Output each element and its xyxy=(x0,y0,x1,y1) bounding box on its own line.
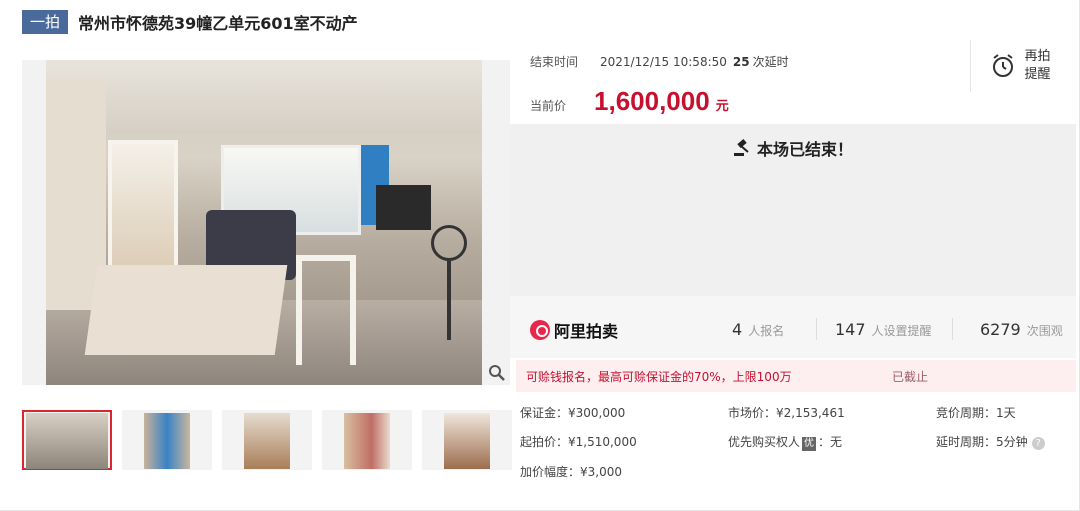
market-price: 市场价：¥2,153,461 xyxy=(728,406,845,420)
delay-cycle: 延时周期：5分钟? xyxy=(936,433,1045,450)
help-icon[interactable]: ? xyxy=(1031,437,1045,450)
auction-ended-text: 本场已结束！ xyxy=(756,140,853,159)
re-auction-reminder-button[interactable]: 再拍 提醒 xyxy=(970,40,1070,92)
reminder-number: 147 xyxy=(835,320,866,339)
gavel-icon xyxy=(733,139,749,156)
end-time-value: 2021/12/15 10:58:50 xyxy=(600,54,727,69)
thumbnail-2[interactable] xyxy=(122,410,212,470)
main-image-viewer[interactable] xyxy=(22,60,510,385)
signup-count: 4 人报名 xyxy=(732,320,784,339)
auction-info-panel: 结束时间 2021/12/15 10:58:50 25 次延时 当前价 1,60… xyxy=(510,40,1076,500)
property-photo[interactable] xyxy=(46,60,482,385)
zoom-icon[interactable] xyxy=(488,364,506,382)
priority-buyer: 优先购买权人优：无 xyxy=(728,433,842,451)
notice-text: 可赊钱报名，最高可赊保证金的70%，上限100万 xyxy=(526,370,792,384)
remind-label-1: 再拍 xyxy=(1024,49,1051,64)
start-price: 起拍价：¥1,510,000 xyxy=(520,435,637,449)
signup-label: 人报名 xyxy=(748,324,785,338)
bid-cycle: 竞价周期：1天 xyxy=(936,406,1016,420)
thumbnail-4[interactable] xyxy=(322,410,412,470)
thumbnail-3[interactable] xyxy=(222,410,312,470)
price-section: 结束时间 2021/12/15 10:58:50 25 次延时 当前价 1,60… xyxy=(510,40,1076,124)
priority-label: 优先购买权人 xyxy=(728,435,801,449)
ali-auction-logo: 阿里拍卖 xyxy=(530,318,618,342)
title-row: 一拍 常州市怀德苑39幢乙单元601室不动产 xyxy=(22,10,358,34)
page-title: 常州市怀德苑39幢乙单元601室不动产 xyxy=(78,14,358,33)
deposit: 保证金：¥300,000 xyxy=(520,406,626,420)
priority-icon: 优 xyxy=(802,437,817,451)
current-price-label: 当前价 xyxy=(530,99,567,113)
thumbnail-1[interactable] xyxy=(22,410,112,470)
stats-bar: 阿里拍卖 4 人报名 147 人设置提醒 6279 次围观 xyxy=(510,296,1076,358)
current-price-row: 当前价 1,600,000 元 xyxy=(530,86,729,117)
remind-label-2: 提醒 xyxy=(1024,67,1051,82)
reminder-count: 147 人设置提醒 xyxy=(835,320,932,339)
end-time-row: 结束时间 2021/12/15 10:58:50 25 次延时 xyxy=(530,53,789,70)
bid-increment: 加价幅度：¥3,000 xyxy=(520,465,622,479)
priority-value: ：无 xyxy=(818,435,843,449)
alarm-clock-icon xyxy=(993,54,1014,77)
view-number: 6279 xyxy=(980,320,1021,339)
credit-signup-notice[interactable]: 可赊钱报名，最高可赊保证金的70%，上限100万 已截止 xyxy=(516,360,1076,392)
view-label: 次围观 xyxy=(1026,324,1063,338)
thumbnail-strip xyxy=(22,410,522,472)
delay-cycle-text: 延时周期：5分钟 xyxy=(936,435,1028,449)
end-time-label: 结束时间 xyxy=(530,55,579,69)
auction-round-tag: 一拍 xyxy=(22,10,69,34)
auction-page: 一拍 常州市怀德苑39幢乙单元601室不动产 结束时间 2021/12/15 1… xyxy=(0,0,1080,511)
notice-status: 已截止 xyxy=(892,370,929,384)
delay-label: 次延时 xyxy=(752,55,789,69)
delay-count: 25 xyxy=(732,54,750,69)
ali-auction-logo-icon xyxy=(530,320,550,340)
price-unit: 元 xyxy=(715,99,729,114)
current-price: 1,600,000 xyxy=(594,86,710,116)
reminder-label: 人设置提醒 xyxy=(871,324,932,338)
signup-number: 4 xyxy=(732,320,743,339)
view-count: 6279 次围观 xyxy=(980,320,1063,339)
logo-text: 阿里拍卖 xyxy=(554,322,619,341)
thumbnail-5[interactable] xyxy=(422,410,512,470)
auction-ended-banner: 本场已结束！ xyxy=(510,124,1076,296)
